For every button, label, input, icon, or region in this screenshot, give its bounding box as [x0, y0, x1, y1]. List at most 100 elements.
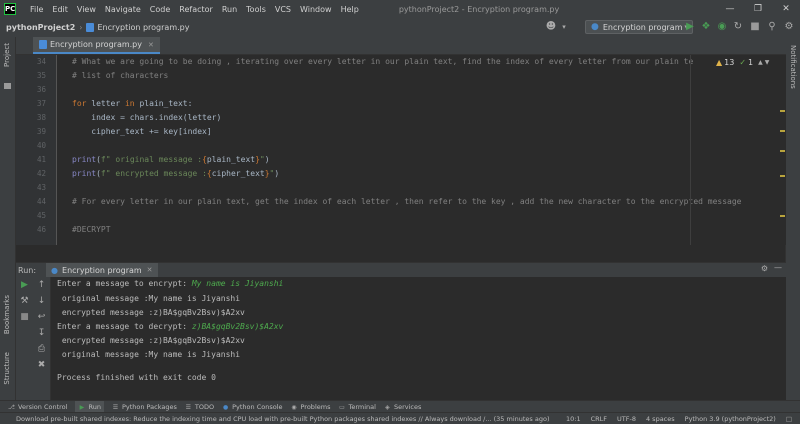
menu-edit[interactable]: Edit — [52, 5, 68, 14]
line-separator[interactable]: CRLF — [591, 415, 607, 423]
indent-setting[interactable]: 4 spaces — [646, 415, 675, 423]
close-tab-icon[interactable]: ✕ — [148, 41, 154, 49]
line-number: 42 — [36, 169, 46, 178]
notifications-tool-button[interactable]: Notifications — [789, 45, 797, 89]
trash-icon[interactable]: ✖ — [36, 360, 47, 371]
user-icon[interactable]: ☻ — [545, 21, 557, 33]
inspection-widget[interactable]: ▲ 13 ✓ 1 ▲ ▼ — [716, 58, 769, 67]
tool-tab-terminal[interactable]: ▭ Terminal — [338, 403, 376, 411]
minimize-icon[interactable]: — — [716, 0, 744, 18]
menu-window[interactable]: Window — [300, 5, 332, 14]
scroll-to-end-icon[interactable]: ↧ — [36, 328, 47, 339]
console-text: encrypted message :z)BA$gqBv2Bsv)$A2xv — [57, 308, 245, 317]
tool-tab-label: Run — [88, 403, 101, 411]
line-number: 34 — [36, 57, 46, 66]
lock-icon[interactable]: □ — [786, 415, 792, 423]
line-number-gutter: 34 35 36 37 38 39 40 41 42 43 44 45 46 — [16, 55, 57, 245]
debug-icon[interactable]: ❖ — [700, 21, 712, 33]
close-tab-icon[interactable]: ✕ — [147, 266, 153, 274]
breadcrumb-file[interactable]: Encryption program.py — [97, 23, 189, 32]
editor-tab-encryption-program[interactable]: Encryption program.py ✕ — [33, 37, 160, 54]
error-stripe-mark[interactable] — [780, 130, 785, 132]
file-encoding[interactable]: UTF-8 — [617, 415, 636, 423]
menu-view[interactable]: View — [77, 5, 96, 14]
error-stripe-mark[interactable] — [780, 215, 785, 217]
console-line: encrypted message :z)BA$gqBv2Bsv)$A2xv — [57, 308, 245, 318]
code-editor[interactable]: 34 35 36 37 38 39 40 41 42 43 44 45 46 #… — [16, 55, 786, 245]
menu-file[interactable]: File — [30, 5, 43, 14]
line-number: 40 — [36, 141, 46, 150]
error-stripe-mark[interactable] — [780, 110, 785, 112]
run-console[interactable]: Enter a message to encrypt: My name is J… — [51, 277, 786, 400]
chevron-down-icon[interactable]: ▼ — [765, 59, 770, 66]
status-message[interactable]: Download pre-built shared indexes: Reduc… — [16, 415, 556, 423]
search-icon[interactable]: ⚲ — [766, 21, 778, 33]
menu-refactor[interactable]: Refactor — [179, 5, 213, 14]
tool-tab-python-packages[interactable]: ☰ Python Packages — [112, 403, 177, 411]
tool-tab-label: TODO — [194, 403, 215, 411]
error-stripe-mark[interactable] — [780, 150, 785, 152]
navigation-bar: pythonProject2 › Encryption program.py ☻… — [0, 18, 800, 38]
caret-position[interactable]: 10:1 — [566, 415, 581, 423]
tool-tab-python-console[interactable]: ● Python Console — [222, 403, 283, 411]
console-line: original message :My name is Jiyanshi — [57, 294, 240, 304]
right-margin-guide — [690, 55, 691, 245]
run-tab-encryption-program[interactable]: ● Encryption program ✕ — [46, 263, 158, 277]
console-user-input: z)BA$gqBv2Bsv)$A2xv — [191, 322, 284, 331]
arrow-down-icon[interactable]: ↓ — [36, 296, 47, 307]
run-configuration-select[interactable]: ● Encryption program ▾ — [585, 20, 693, 34]
run-toolbar-secondary: ↑ ↓ ↩ ↧ ⎙ ✖ — [33, 277, 51, 400]
chevron-up-icon[interactable]: ▲ — [758, 59, 763, 66]
project-tool-button[interactable]: Project — [3, 43, 11, 67]
tool-tab-label: Problems — [300, 403, 331, 411]
gear-icon[interactable]: ⚙ — [761, 264, 768, 273]
tool-tab-version-control[interactable]: ⎇ Version Control — [8, 403, 67, 411]
tool-tab-todo[interactable]: ☰ TODO — [185, 403, 214, 411]
tool-tab-label: Python Console — [232, 403, 283, 411]
soft-wrap-icon[interactable]: ↩ — [36, 312, 47, 323]
code-line: #DECRYPT — [72, 225, 111, 234]
run-tool-window-header: Run: ● Encryption program ✕ ⚙ — — [16, 262, 786, 277]
stop-icon[interactable]: ■ — [19, 312, 30, 323]
menu-tools[interactable]: Tools — [246, 5, 266, 14]
profile-icon[interactable]: ↻ — [732, 21, 744, 33]
breadcrumb-separator: › — [79, 23, 83, 32]
coverage-icon[interactable]: ◉ — [716, 21, 728, 33]
menu-help[interactable]: Help — [341, 5, 359, 14]
hide-icon[interactable]: — — [774, 263, 782, 272]
restore-icon[interactable]: ❐ — [744, 0, 772, 18]
menu-navigate[interactable]: Navigate — [105, 5, 141, 14]
python-icon: ● — [222, 403, 229, 411]
run-icon: ▶ — [79, 403, 85, 411]
python-config-icon: ● — [591, 22, 599, 32]
arrow-up-icon[interactable]: ↑ — [36, 280, 47, 291]
print-icon[interactable]: ⎙ — [36, 344, 47, 355]
line-number: 37 — [36, 99, 46, 108]
breadcrumb-project[interactable]: pythonProject2 — [6, 23, 75, 32]
run-icon[interactable]: ▶ — [684, 21, 696, 33]
folder-icon — [4, 83, 11, 89]
list-icon: ☰ — [185, 403, 192, 411]
tool-tab-problems[interactable]: ◉ Problems — [291, 403, 331, 411]
close-icon[interactable]: ✕ — [772, 0, 800, 18]
menu-bar: PC File Edit View Navigate Code Refactor… — [0, 0, 800, 18]
stop-icon[interactable]: ■ — [749, 21, 761, 33]
structure-tool-button[interactable]: Structure — [3, 352, 11, 385]
menu-vcs[interactable]: VCS — [275, 5, 291, 14]
warning-count: 13 — [724, 58, 735, 67]
tool-tab-services[interactable]: ◈ Services — [384, 403, 421, 411]
bookmarks-tool-button[interactable]: Bookmarks — [3, 295, 11, 334]
menu-code[interactable]: Code — [150, 5, 170, 14]
wrench-icon[interactable]: ⚒ — [19, 296, 30, 307]
python-interpreter[interactable]: Python 3.9 (pythonProject2) — [685, 415, 776, 423]
gear-icon[interactable]: ⚙ — [783, 21, 795, 33]
line-number: 41 — [36, 155, 46, 164]
error-stripe-mark[interactable] — [780, 175, 785, 177]
console-text: encrypted message :z)BA$gqBv2Bsv)$A2xv — [57, 336, 245, 345]
code-line: cipher_text += key[index] — [72, 127, 212, 136]
rerun-icon[interactable]: ▶ — [19, 280, 30, 291]
right-tool-strip: Notifications — [785, 37, 800, 400]
menu-run[interactable]: Run — [222, 5, 237, 14]
dropdown-arrow-icon[interactable]: ▾ — [558, 21, 570, 33]
tool-tab-label: Services — [393, 403, 422, 411]
